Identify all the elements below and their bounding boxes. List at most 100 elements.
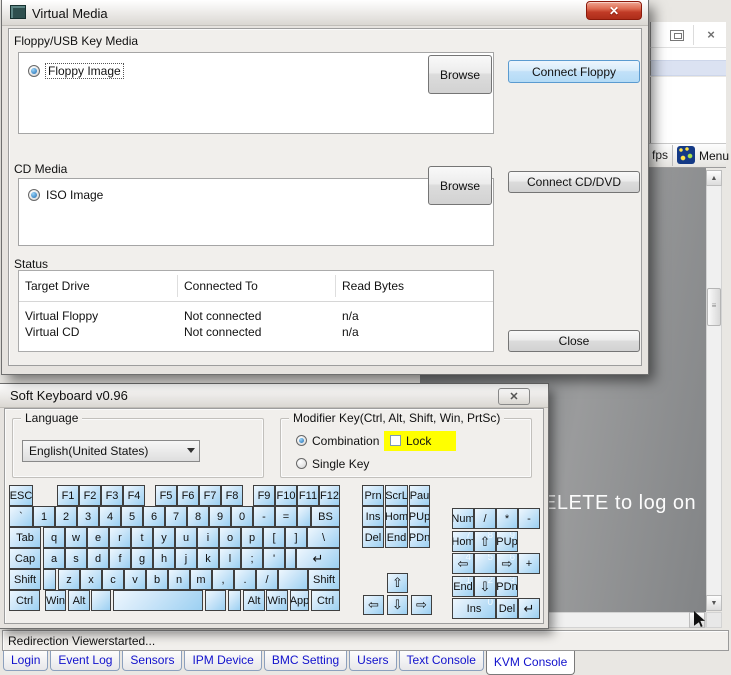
key-Ctrl[interactable]: Ctrl: [311, 590, 340, 611]
lock-label[interactable]: Lock: [406, 434, 431, 448]
key-r[interactable]: r: [109, 527, 131, 548]
key-App[interactable]: App: [290, 590, 309, 611]
key-`[interactable]: `: [9, 506, 33, 527]
sk-titlebar[interactable]: Soft Keyboard v0.96 ✕: [0, 384, 548, 408]
key-b[interactable]: b: [146, 569, 168, 590]
key-8[interactable]: 8: [187, 506, 209, 527]
key-u[interactable]: u: [175, 527, 197, 548]
key-/[interactable]: /: [256, 569, 278, 590]
key-;[interactable]: ;: [241, 548, 263, 569]
key-blank[interactable]: [91, 590, 111, 611]
key-x[interactable]: x: [80, 569, 102, 590]
key-Num[interactable]: Num: [452, 508, 474, 529]
iso-image-radio[interactable]: [28, 189, 40, 201]
close-button[interactable]: Close: [508, 330, 640, 352]
key-Prn[interactable]: Prn: [362, 485, 384, 506]
key-n[interactable]: n: [168, 569, 190, 590]
key-⇩[interactable]: ⇩: [387, 595, 408, 615]
connect-floppy-button[interactable]: Connect Floppy: [508, 60, 640, 83]
key--[interactable]: -: [518, 508, 540, 529]
key-F10[interactable]: F10: [275, 485, 297, 506]
key-F7[interactable]: F7: [199, 485, 221, 506]
key-F6[interactable]: F6: [177, 485, 199, 506]
tab-kvm-console[interactable]: KVM Console: [485, 651, 576, 675]
key-PDn[interactable]: PDn: [409, 527, 430, 548]
key-Shift[interactable]: Shift: [9, 569, 41, 590]
key-ESC[interactable]: ESC: [9, 485, 33, 506]
key-Del[interactable]: Del: [496, 598, 518, 619]
menu-button[interactable]: Menu: [699, 149, 729, 163]
key-3[interactable]: 3: [77, 506, 99, 527]
tab-bmc-setting[interactable]: BMC Setting: [263, 651, 348, 671]
key-[[interactable]: [: [263, 527, 285, 548]
menu-icon[interactable]: [677, 146, 695, 164]
floppy-image-radio-label[interactable]: Floppy Image: [45, 63, 124, 79]
tab-text-console[interactable]: Text Console: [398, 651, 484, 671]
restore-window-icon[interactable]: [670, 30, 684, 41]
key-s[interactable]: s: [65, 548, 87, 569]
key-][interactable]: ]: [285, 527, 307, 548]
key-PUp[interactable]: PUp: [409, 506, 430, 527]
key-PDn[interactable]: PDn 3: [496, 576, 518, 597]
key-5[interactable]: 5: [121, 506, 143, 527]
key-Pau[interactable]: Pau: [409, 485, 430, 506]
key-blank[interactable]: [113, 590, 203, 611]
key-Ins[interactable]: Ins 0: [452, 598, 496, 619]
key-Win[interactable]: Win: [266, 590, 288, 611]
key-y[interactable]: y: [153, 527, 175, 548]
key-F2[interactable]: F2: [79, 485, 101, 506]
key-l[interactable]: l: [219, 548, 241, 569]
single-key-radio-label[interactable]: Single Key: [312, 457, 369, 471]
key-F4[interactable]: F4: [123, 485, 145, 506]
key-blank[interactable]: [43, 569, 56, 590]
key-End[interactable]: End 1: [452, 576, 474, 597]
key-F8[interactable]: F8: [221, 485, 243, 506]
key-blank[interactable]: [278, 569, 308, 590]
key-Hom[interactable]: Hom: [385, 506, 408, 527]
key-9[interactable]: 9: [209, 506, 231, 527]
key-m[interactable]: m: [190, 569, 212, 590]
key-F11[interactable]: F11: [297, 485, 319, 506]
vm-close-button[interactable]: ✕: [586, 1, 642, 20]
key--[interactable]: -: [253, 506, 275, 527]
key-+[interactable]: +: [518, 553, 540, 574]
key-Alt[interactable]: Alt: [68, 590, 90, 611]
key-'[interactable]: ': [263, 548, 285, 569]
key-e[interactable]: e: [87, 527, 109, 548]
key-w[interactable]: w: [65, 527, 87, 548]
key-↵[interactable]: ↵: [518, 598, 540, 619]
key-g[interactable]: g: [131, 548, 153, 569]
table-row[interactable]: Virtual Floppy Not connected n/a: [19, 309, 493, 325]
key-,[interactable]: ,: [212, 569, 234, 590]
key-F9[interactable]: F9: [253, 485, 275, 506]
key-/[interactable]: /: [474, 508, 496, 529]
key-⇧[interactable]: ⇧ 8: [474, 531, 496, 552]
lock-checkbox[interactable]: [390, 435, 401, 446]
key-h[interactable]: h: [153, 548, 175, 569]
key-1[interactable]: 1: [33, 506, 55, 527]
key-⇨[interactable]: ⇨: [411, 595, 432, 615]
key-Del[interactable]: Del: [362, 527, 384, 548]
key-7[interactable]: 7: [165, 506, 187, 527]
key-Hom[interactable]: Hom 7: [452, 531, 474, 552]
scroll-down-icon[interactable]: ▼: [706, 595, 722, 611]
key-⇧[interactable]: ⇧: [387, 573, 408, 593]
key-0[interactable]: 0: [231, 506, 253, 527]
key-F1[interactable]: F1: [57, 485, 79, 506]
key-i[interactable]: i: [197, 527, 219, 548]
language-select[interactable]: English(United States): [22, 440, 200, 462]
floppy-image-radio[interactable]: [28, 65, 40, 77]
key-F12[interactable]: F12: [319, 485, 340, 506]
key-.[interactable]: .: [234, 569, 256, 590]
key-blank[interactable]: [285, 548, 296, 569]
key-2[interactable]: 2: [55, 506, 77, 527]
tab-event-log[interactable]: Event Log: [50, 651, 121, 671]
key-=[interactable]: =: [275, 506, 297, 527]
tab-ipm-device[interactable]: IPM Device: [184, 651, 262, 671]
vertical-scrollbar[interactable]: [706, 170, 722, 611]
scroll-up-icon[interactable]: ▲: [706, 170, 722, 186]
floppy-browse-button[interactable]: Browse: [428, 55, 492, 94]
vm-titlebar[interactable]: Virtual Media ✕: [2, 0, 648, 26]
key-Ctrl[interactable]: Ctrl: [9, 590, 40, 611]
key-f[interactable]: f: [109, 548, 131, 569]
